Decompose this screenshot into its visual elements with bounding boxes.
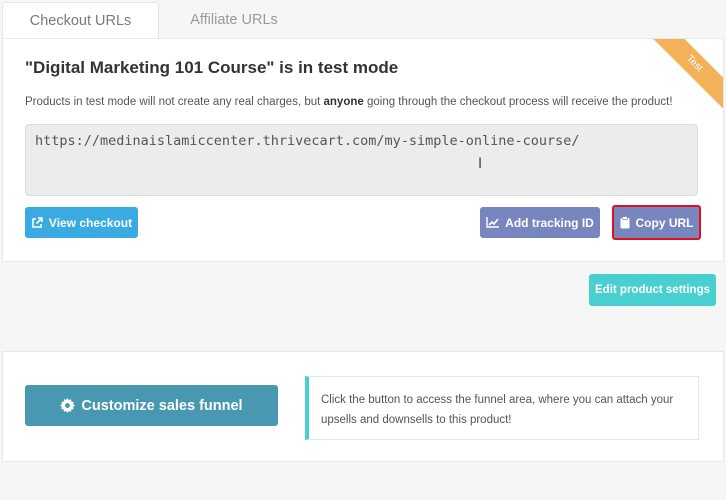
funnel-info-line-2: upsells and downsells to this product!: [321, 414, 512, 426]
chart-line-icon: [486, 217, 500, 228]
customize-sales-funnel-button[interactable]: Customize sales funnel: [25, 385, 278, 426]
view-checkout-button[interactable]: View checkout: [25, 207, 138, 238]
url-tabs: Checkout URLs Affiliate URLs: [2, 2, 309, 39]
tab-checkout-urls[interactable]: Checkout URLs: [2, 2, 159, 39]
copy-url-label: Copy URL: [635, 215, 694, 230]
sales-funnel-card: Customize sales funnel Click the button …: [2, 351, 724, 462]
add-tracking-id-label: Add tracking ID: [505, 215, 594, 230]
funnel-info-box: Click the button to access the funnel ar…: [305, 376, 699, 440]
test-mode-title: "Digital Marketing 101 Course" is in tes…: [25, 58, 399, 77]
desc-text-bold: anyone: [323, 96, 364, 108]
tab-affiliate-urls[interactable]: Affiliate URLs: [159, 2, 309, 39]
desc-text-after: going through the checkout process will …: [363, 96, 673, 108]
desc-text-before: Products in test mode will not create an…: [25, 96, 324, 108]
add-tracking-id-button[interactable]: Add tracking ID: [480, 207, 600, 238]
view-checkout-label: View checkout: [48, 215, 133, 230]
clipboard-icon: [620, 216, 630, 229]
text-cursor-icon: Ι: [478, 156, 483, 172]
customize-sales-funnel-label: Customize sales funnel: [81, 397, 243, 414]
checkout-url-field[interactable]: https://medinaislamiccenter.thrivecart.c…: [25, 124, 698, 196]
external-link-icon: [31, 216, 43, 229]
test-mode-description: Products in test mode will not create an…: [25, 96, 673, 108]
copy-url-button[interactable]: Copy URL: [612, 205, 701, 240]
checkout-url-card: Test "Digital Marketing 101 Course" is i…: [2, 38, 724, 262]
funnel-info-line-1: Click the button to access the funnel ar…: [321, 394, 674, 406]
gear-icon: [60, 398, 76, 413]
edit-product-settings-button[interactable]: Edit product settings: [589, 274, 716, 306]
